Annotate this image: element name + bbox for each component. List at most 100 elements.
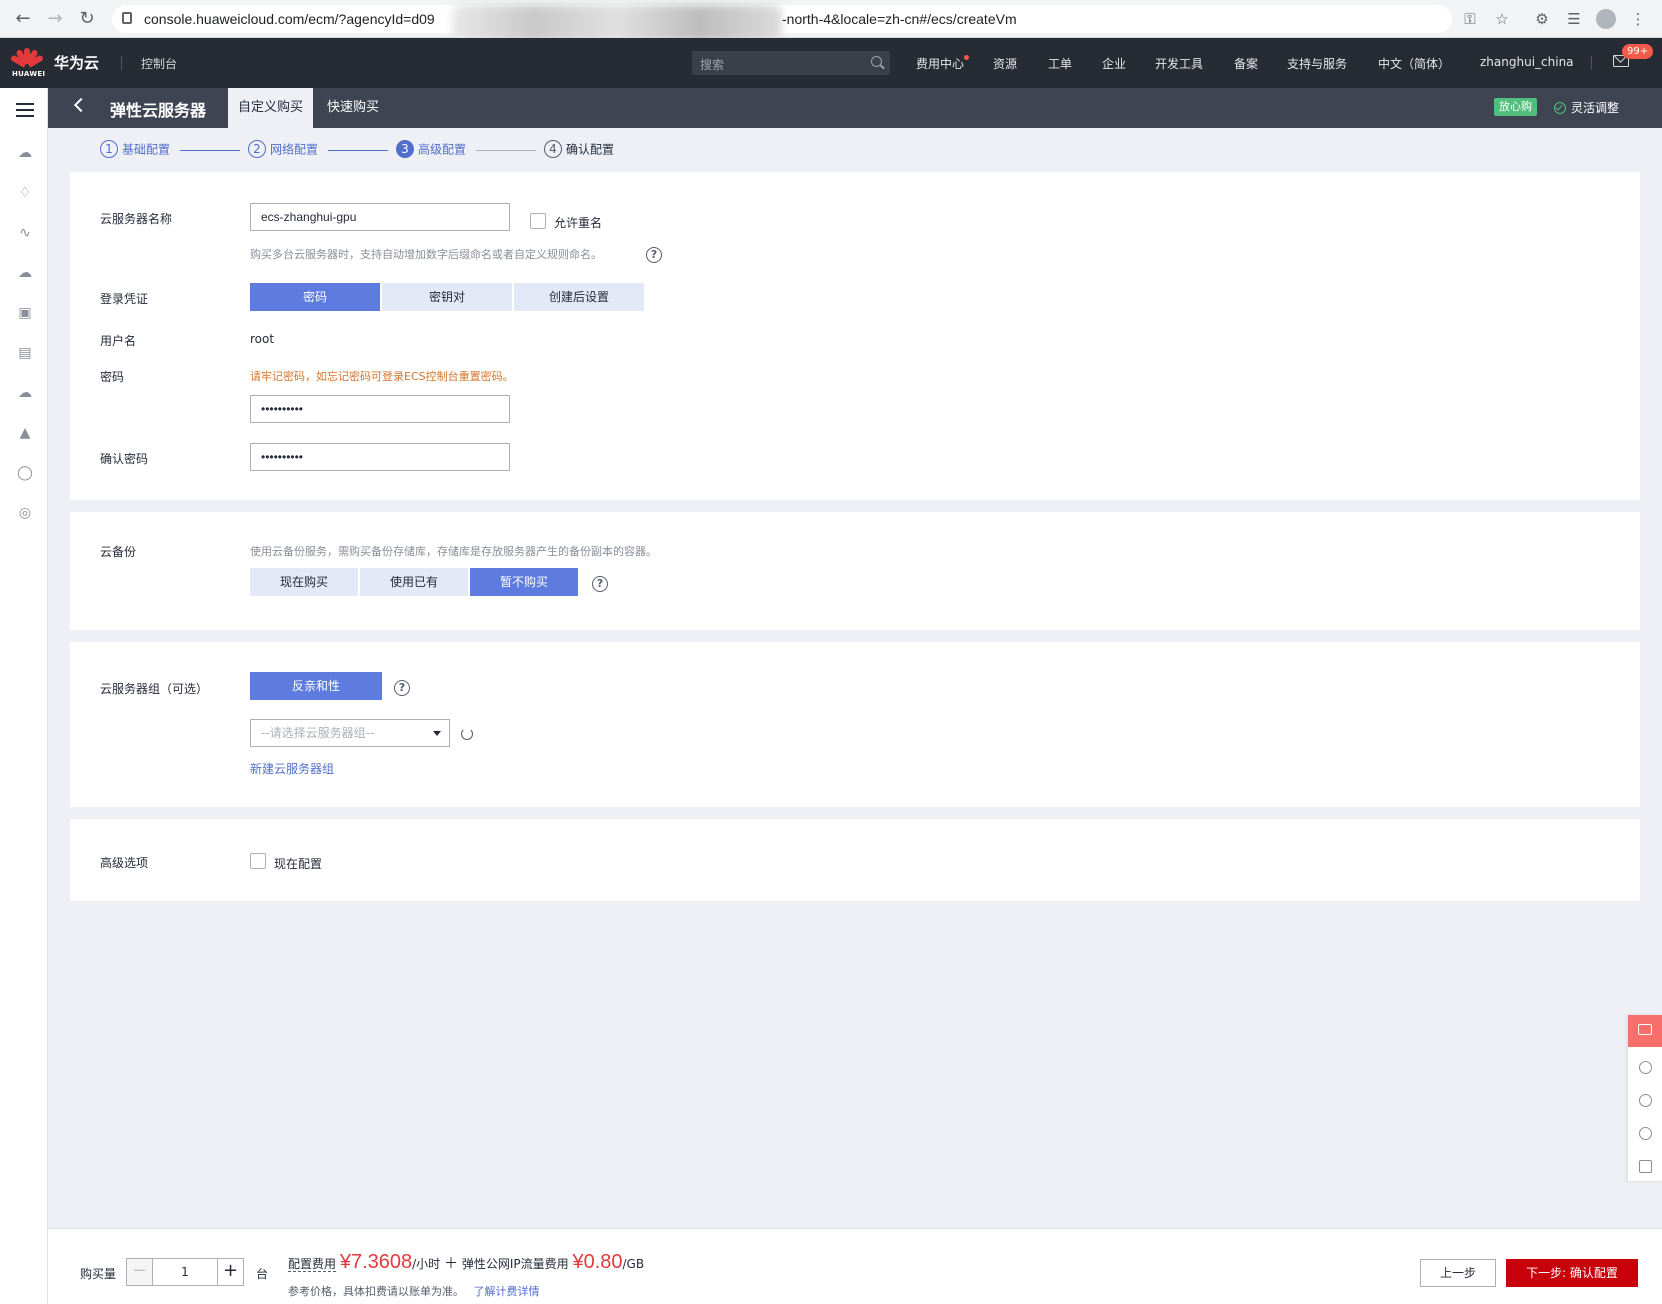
tab-custom-purchase[interactable]: 自定义购买 (228, 88, 314, 128)
password-input[interactable]: •••••••••• (250, 395, 510, 423)
backup-skip-option[interactable]: 暂不购买 (470, 568, 578, 596)
profile-avatar[interactable] (1596, 9, 1616, 29)
quantity-stepper[interactable]: − 1 + (126, 1258, 244, 1286)
back-icon[interactable]: ← (12, 8, 34, 30)
network-icon[interactable]: ▲ (16, 424, 34, 442)
password-label: 密码 (100, 370, 125, 384)
configure-now-checkbox[interactable] (250, 853, 266, 869)
extensions-icon[interactable]: ⚙ (1532, 9, 1552, 29)
help-icon[interactable]: ? (646, 247, 662, 263)
nav-dev-tools[interactable]: 开发工具 (1155, 55, 1203, 72)
backup-label: 云备份 (100, 545, 137, 559)
backup-panel: 云备份 使用云备份服务，需购买备份存储库，存储库是存放服务器产生的备份副本的容器… (70, 512, 1640, 630)
page-title: 弹性云服务器 (110, 101, 207, 120)
ip-fee-label: 弹性公网IP流量费用 (461, 1257, 569, 1271)
nav-support[interactable]: 支持与服务 (1287, 55, 1347, 72)
ip-icon[interactable]: ◎ (16, 504, 34, 522)
feedback-button[interactable] (1628, 1015, 1662, 1047)
decrease-button[interactable]: − (127, 1259, 153, 1285)
nav-resources[interactable]: 资源 (993, 55, 1017, 72)
step-network[interactable]: 2 网络配置 (248, 140, 318, 158)
nav-enterprise[interactable]: 企业 (1102, 55, 1126, 72)
billing-detail-link[interactable]: 了解计费详情 (474, 1285, 540, 1298)
login-later-option[interactable]: 创建后设置 (514, 283, 644, 311)
config-price: ¥7.3608 (339, 1251, 413, 1273)
disk-icon[interactable]: ▣ (16, 304, 34, 322)
top-header: HUAWEI 华为云 控制台 搜索 费用中心 资源 工单 企业 开发工具 备案 … (0, 38, 1662, 88)
tab-quick-purchase[interactable]: 快速购买 (317, 88, 389, 128)
service-header: 弹性云服务器 自定义购买 快速购买 放心购 灵活调整 (48, 88, 1662, 128)
allow-duplicate-checkbox[interactable] (530, 213, 546, 229)
advanced-panel: 高级选项 现在配置 (70, 819, 1640, 901)
nav-billing[interactable]: 费用中心 (916, 55, 964, 72)
flex-adjust-link[interactable]: 灵活调整 (1554, 99, 1619, 116)
key-icon[interactable]: ⚿ (1460, 9, 1480, 29)
quantity-value[interactable]: 1 (153, 1259, 217, 1285)
storage-icon[interactable]: ☁ (16, 264, 34, 282)
redacted-region (452, 5, 782, 41)
nav-tickets[interactable]: 工单 (1048, 55, 1072, 72)
console-link[interactable]: 控制台 (141, 55, 177, 72)
reload-icon[interactable]: ↻ (76, 8, 98, 30)
backup-buy-now-option[interactable]: 现在购买 (250, 568, 358, 596)
name-hint: 购买多台云服务器时，支持自动增加数字后缀命名或者自定义规则命名。 (250, 248, 602, 261)
step-number: 1 (100, 140, 118, 158)
per-gb-unit: /GB (622, 1257, 645, 1271)
search-placeholder: 搜索 (700, 58, 725, 72)
step-connector (180, 150, 240, 151)
quantity-label: 购买量 (80, 1267, 117, 1281)
server-name-input[interactable]: ecs-zhanghui-gpu (250, 203, 510, 231)
huawei-logo-icon[interactable]: HUAWEI (9, 46, 45, 80)
edit-icon[interactable] (1639, 1160, 1652, 1173)
document-icon[interactable]: ▤ (16, 344, 34, 362)
anti-affinity-button[interactable]: 反亲和性 (250, 672, 382, 700)
mail-badge: 99+ (1622, 44, 1654, 59)
forward-icon[interactable]: → (44, 8, 66, 30)
ip-price: ¥0.80 (572, 1251, 623, 1273)
headset-icon[interactable] (1639, 1094, 1652, 1107)
server-group-label: 云服务器组（可选） (100, 682, 209, 696)
star-icon[interactable]: ☆ (1492, 9, 1512, 29)
step-number: 4 (544, 140, 562, 158)
media-icon[interactable]: ☰ (1564, 9, 1584, 29)
brand-name[interactable]: 华为云 (54, 52, 99, 73)
increase-button[interactable]: + (217, 1259, 243, 1285)
globe-icon[interactable]: ◯ (16, 464, 34, 482)
confirm-password-input[interactable]: •••••••••• (250, 443, 510, 471)
question-icon[interactable] (1639, 1127, 1652, 1140)
next-step-button[interactable]: 下一步: 确认配置 (1506, 1259, 1638, 1287)
reference-text: 参考价格，具体扣费请以账单为准。 (288, 1285, 464, 1298)
address-bar[interactable]: console.huaweicloud.com/ecm/?agencyId=d0… (112, 5, 1452, 41)
backup-use-existing-option[interactable]: 使用已有 (360, 568, 468, 596)
chat-icon (1638, 1024, 1652, 1035)
config-fee-label[interactable]: 配置费用 (288, 1257, 337, 1272)
confirm-password-label: 确认密码 (100, 452, 149, 466)
configure-now-label: 现在配置 (274, 857, 323, 871)
back-arrow-icon[interactable] (73, 97, 89, 113)
new-server-group-link[interactable]: 新建云服务器组 (250, 760, 334, 777)
cloud-icon[interactable]: ☁ (16, 384, 34, 402)
previous-step-button[interactable]: 上一步 (1420, 1259, 1496, 1287)
step-number: 3 (396, 140, 414, 158)
username-value: root (250, 332, 275, 346)
menu-icon[interactable]: ⋮ (1628, 9, 1648, 29)
search-icon[interactable] (871, 56, 882, 67)
cluster-icon[interactable]: ♢ (16, 184, 34, 202)
help-icon[interactable]: ? (394, 680, 410, 696)
nav-username[interactable]: zhanghui_china (1480, 55, 1574, 69)
refresh-icon[interactable] (461, 728, 473, 740)
login-password-option[interactable]: 密码 (250, 283, 380, 311)
step-basic[interactable]: 1 基础配置 (100, 140, 170, 158)
url-text-tail: -north-4&locale=zh-cn#/ecs/createVm (782, 11, 1017, 27)
monitor-icon[interactable]: ∿ (16, 224, 34, 242)
cloud-server-icon[interactable]: ☁ (16, 144, 34, 162)
nav-language[interactable]: 中文（简体） (1378, 55, 1450, 72)
server-group-select[interactable]: --请选择云服务器组-- (250, 719, 450, 747)
search-input[interactable]: 搜索 (692, 51, 890, 75)
smile-icon[interactable] (1639, 1061, 1652, 1074)
login-keypair-option[interactable]: 密钥对 (382, 283, 512, 311)
help-icon[interactable]: ? (592, 576, 608, 592)
step-label: 网络配置 (270, 142, 319, 157)
nav-filing[interactable]: 备案 (1234, 55, 1258, 72)
hamburger-menu-icon[interactable] (16, 103, 34, 117)
